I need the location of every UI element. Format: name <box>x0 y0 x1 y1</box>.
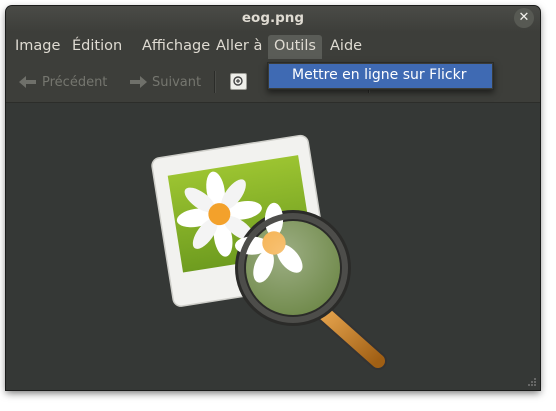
close-icon: ✕ <box>518 10 530 25</box>
app-window: eog.png ✕ Image Édition Affichage Aller … <box>6 6 540 390</box>
zoom-in-icon <box>233 76 243 86</box>
menu-outils[interactable]: Outils <box>268 35 322 59</box>
zoom-in-button[interactable] <box>230 73 247 90</box>
image-viewer-magnifier-icon <box>151 134 387 370</box>
menu-affichage[interactable]: Affichage <box>136 35 216 59</box>
image-canvas[interactable] <box>6 103 540 390</box>
resize-grip-icon[interactable] <box>527 377 537 387</box>
window-title: eog.png <box>241 10 305 26</box>
menu-item-upload-flickr[interactable]: Mettre en ligne sur Flickr <box>269 64 492 88</box>
next-label: Suivant <box>152 74 202 90</box>
previous-button[interactable]: Précédent <box>18 72 107 92</box>
next-button[interactable]: Suivant <box>128 72 201 92</box>
arrow-right-icon <box>130 76 147 88</box>
previous-label: Précédent <box>42 74 108 90</box>
menu-edition[interactable]: Édition <box>66 35 128 59</box>
menu-image[interactable]: Image <box>9 35 66 59</box>
arrow-left-icon <box>19 76 36 88</box>
title-bar[interactable]: eog.png ✕ <box>6 6 540 32</box>
menu-aide[interactable]: Aide <box>324 35 368 59</box>
close-button[interactable]: ✕ <box>514 8 534 28</box>
menu-aller-a[interactable]: Aller à <box>210 35 268 59</box>
tools-dropdown-menu: Mettre en ligne sur Flickr <box>267 62 494 90</box>
menu-bar: Image Édition Affichage Aller à Outils A… <box>6 32 540 60</box>
toolbar-separator <box>214 71 215 93</box>
